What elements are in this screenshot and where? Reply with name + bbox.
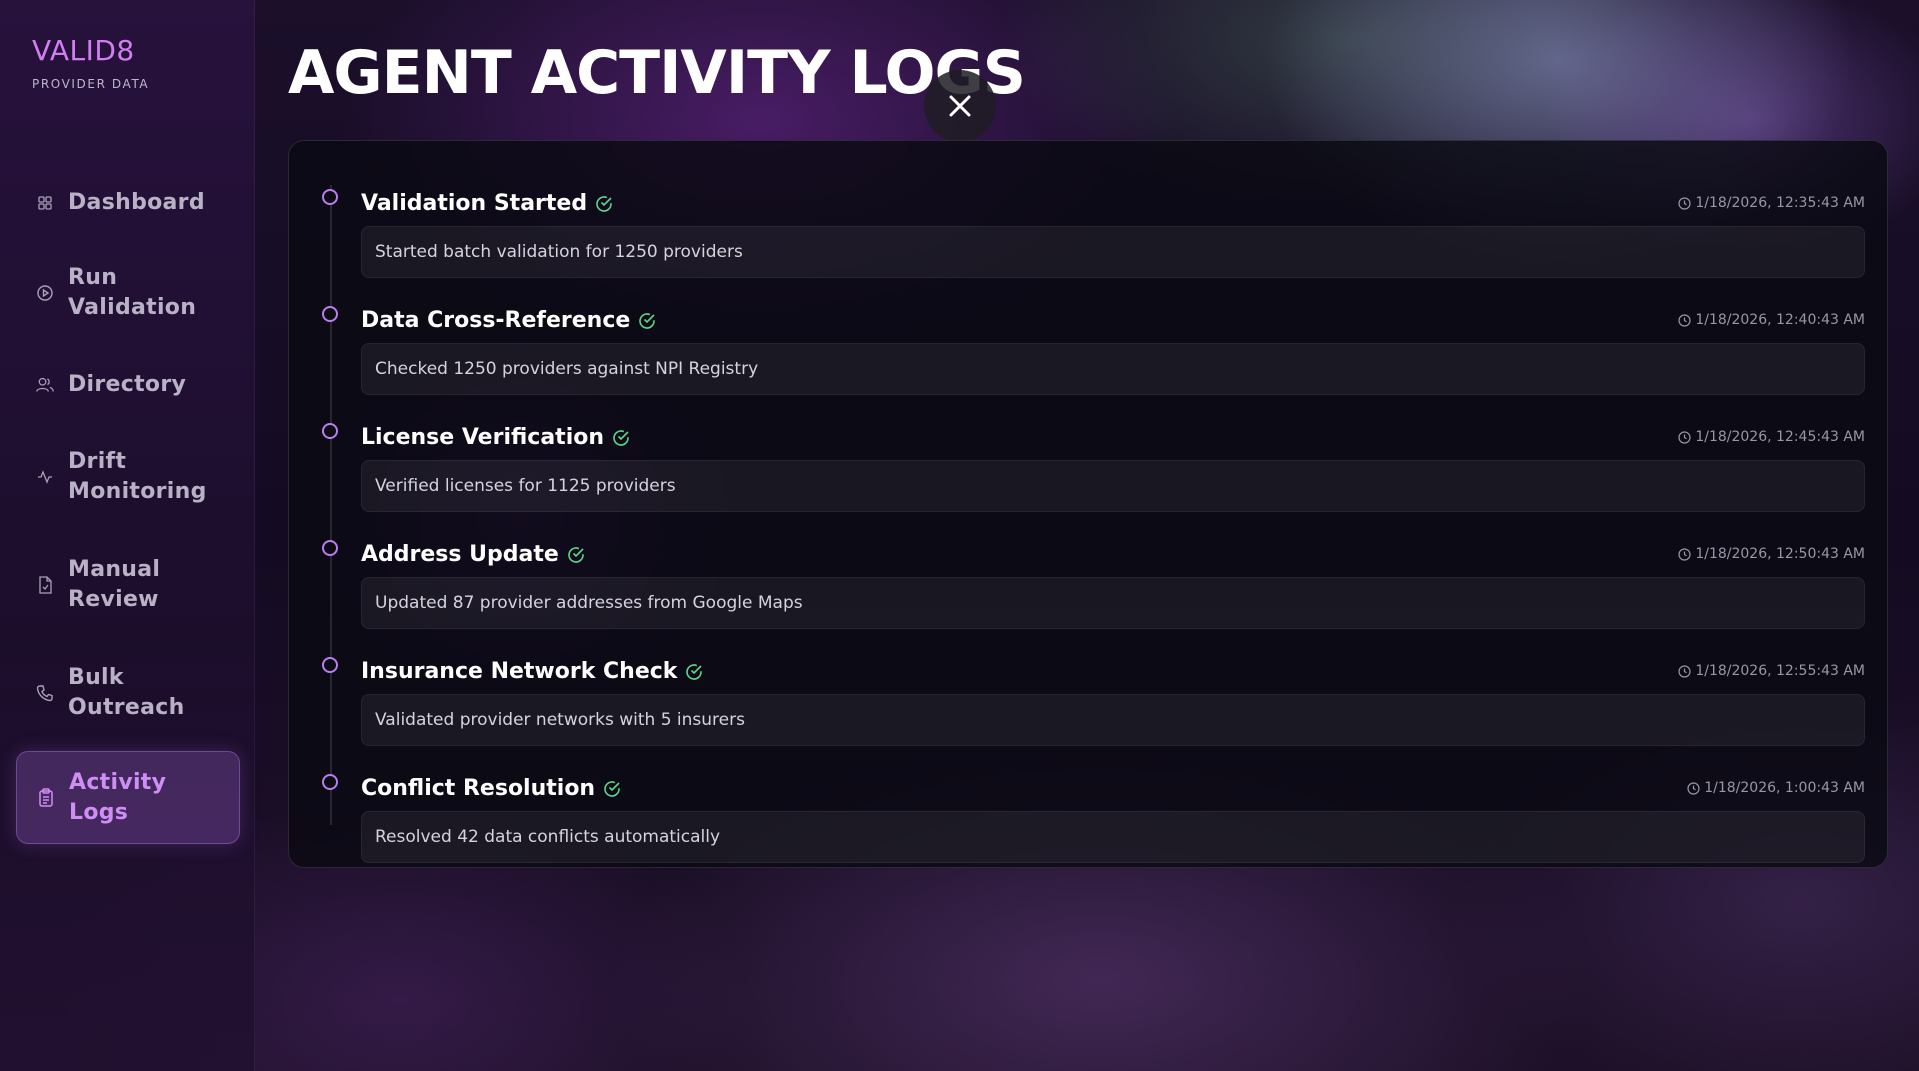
sidebar-item-activity-logs[interactable]: Activity Logs bbox=[16, 751, 240, 844]
check-circle-icon bbox=[603, 780, 621, 798]
log-timestamp: 1/18/2026, 1:00:43 AM bbox=[1687, 780, 1865, 796]
log-description: Resolved 42 data conflicts automatically bbox=[361, 811, 1865, 863]
log-entry: Validation Started 1/18/2026, 12:35:43 A… bbox=[289, 161, 1889, 278]
clock-icon bbox=[1678, 430, 1691, 444]
log-timestamp: 1/18/2026, 12:50:43 AM bbox=[1678, 546, 1865, 562]
users-icon bbox=[36, 376, 54, 394]
activity-log-panel: Validation Started 1/18/2026, 12:35:43 A… bbox=[288, 140, 1888, 868]
clock-icon bbox=[1678, 547, 1691, 561]
sidebar-item-label: Manual Review bbox=[68, 557, 161, 612]
log-timestamp: 1/18/2026, 12:45:43 AM bbox=[1678, 429, 1865, 445]
sidebar-item-label: Activity Logs bbox=[69, 769, 167, 825]
clock-icon bbox=[1678, 313, 1691, 327]
sidebar-item-bulk-outreach[interactable]: Bulk Outreach bbox=[16, 648, 240, 738]
log-entry: Address Update 1/18/2026, 12:50:43 AM Up… bbox=[289, 512, 1889, 629]
phone-icon bbox=[36, 684, 54, 702]
brand-subtitle: PROVIDER DATA bbox=[32, 77, 150, 91]
sidebar-item-directory[interactable]: Directory bbox=[16, 354, 240, 416]
clock-icon bbox=[1687, 781, 1700, 795]
close-button[interactable] bbox=[924, 70, 996, 142]
log-description: Checked 1250 providers against NPI Regis… bbox=[361, 343, 1865, 395]
sidebar-item-label: Bulk Outreach bbox=[68, 665, 185, 720]
file-icon bbox=[36, 576, 54, 594]
sidebar-item-manual-review[interactable]: Manual Review bbox=[16, 540, 240, 630]
sidebar-item-dashboard[interactable]: Dashboard bbox=[16, 173, 240, 233]
close-icon bbox=[947, 93, 973, 119]
timeline-dot bbox=[322, 657, 338, 673]
brand-logo[interactable]: VALID8 bbox=[32, 34, 149, 67]
log-timestamp: 1/18/2026, 12:40:43 AM bbox=[1678, 312, 1865, 328]
clock-icon bbox=[1678, 196, 1691, 210]
sidebar-item-label: Drift Monitoring bbox=[68, 449, 207, 504]
log-title: Insurance Network Check bbox=[361, 657, 703, 687]
sidebar-item-label: Run Validation bbox=[68, 265, 197, 320]
log-title-text: Validation Started bbox=[361, 191, 588, 216]
log-description: Started batch validation for 1250 provid… bbox=[361, 226, 1865, 278]
check-circle-icon bbox=[638, 312, 656, 330]
log-title: License Verification bbox=[361, 423, 630, 453]
play-circle-icon bbox=[36, 284, 54, 302]
check-circle-icon bbox=[685, 663, 703, 681]
log-description: Validated provider networks with 5 insur… bbox=[361, 694, 1865, 746]
log-title-text: License Verification bbox=[361, 425, 605, 450]
log-timestamp: 1/18/2026, 12:35:43 AM bbox=[1678, 195, 1865, 211]
log-entry: License Verification 1/18/2026, 12:45:43… bbox=[289, 395, 1889, 512]
timeline-dot bbox=[322, 189, 338, 205]
timeline-dot bbox=[322, 306, 338, 322]
log-title-text: Conflict Resolution bbox=[361, 776, 596, 801]
activity-icon bbox=[36, 468, 54, 486]
log-time-text: 1/18/2026, 12:45:43 AM bbox=[1695, 429, 1865, 445]
log-time-text: 1/18/2026, 12:40:43 AM bbox=[1695, 312, 1865, 328]
grid-icon bbox=[36, 194, 54, 212]
log-time-text: 1/18/2026, 1:00:43 AM bbox=[1704, 780, 1865, 796]
sidebar-item-label: Directory bbox=[68, 372, 187, 397]
log-description: Updated 87 provider addresses from Googl… bbox=[361, 577, 1865, 629]
clock-icon bbox=[1678, 664, 1691, 678]
log-time-text: 1/18/2026, 12:35:43 AM bbox=[1695, 195, 1865, 211]
log-time-text: 1/18/2026, 12:50:43 AM bbox=[1695, 546, 1865, 562]
log-entry: Data Cross-Reference 1/18/2026, 12:40:43… bbox=[289, 278, 1889, 395]
sidebar-item-drift-monitoring[interactable]: Drift Monitoring bbox=[16, 432, 240, 522]
log-title: Validation Started bbox=[361, 189, 613, 219]
app-root: VALID8 PROVIDER DATA Dashboard Run Valid… bbox=[0, 0, 1919, 1071]
log-title-text: Insurance Network Check bbox=[361, 659, 678, 684]
clipboard-icon bbox=[37, 787, 55, 807]
sidebar: VALID8 PROVIDER DATA Dashboard Run Valid… bbox=[0, 0, 255, 1071]
log-title-text: Address Update bbox=[361, 542, 559, 567]
log-title: Data Cross-Reference bbox=[361, 306, 656, 336]
sidebar-item-run-validation[interactable]: Run Validation bbox=[16, 248, 240, 338]
log-title: Conflict Resolution bbox=[361, 774, 621, 804]
log-title: Address Update bbox=[361, 540, 585, 570]
timeline-dot bbox=[322, 774, 338, 790]
log-title-text: Data Cross-Reference bbox=[361, 308, 631, 333]
log-timestamp: 1/18/2026, 12:55:43 AM bbox=[1678, 663, 1865, 679]
sidebar-item-label: Dashboard bbox=[68, 190, 205, 215]
log-entry: Conflict Resolution 1/18/2026, 1:00:43 A… bbox=[289, 746, 1889, 863]
timeline-dot bbox=[322, 423, 338, 439]
check-circle-icon bbox=[567, 546, 585, 564]
timeline-dot bbox=[322, 540, 338, 556]
log-entry: Insurance Network Check 1/18/2026, 12:55… bbox=[289, 629, 1889, 746]
check-circle-icon bbox=[612, 429, 630, 447]
page-title: AGENT ACTIVITY LOGS bbox=[288, 38, 1026, 108]
log-description: Verified licenses for 1125 providers bbox=[361, 460, 1865, 512]
check-circle-icon bbox=[595, 195, 613, 213]
brand: VALID8 PROVIDER DATA bbox=[32, 34, 149, 91]
log-time-text: 1/18/2026, 12:55:43 AM bbox=[1695, 663, 1865, 679]
